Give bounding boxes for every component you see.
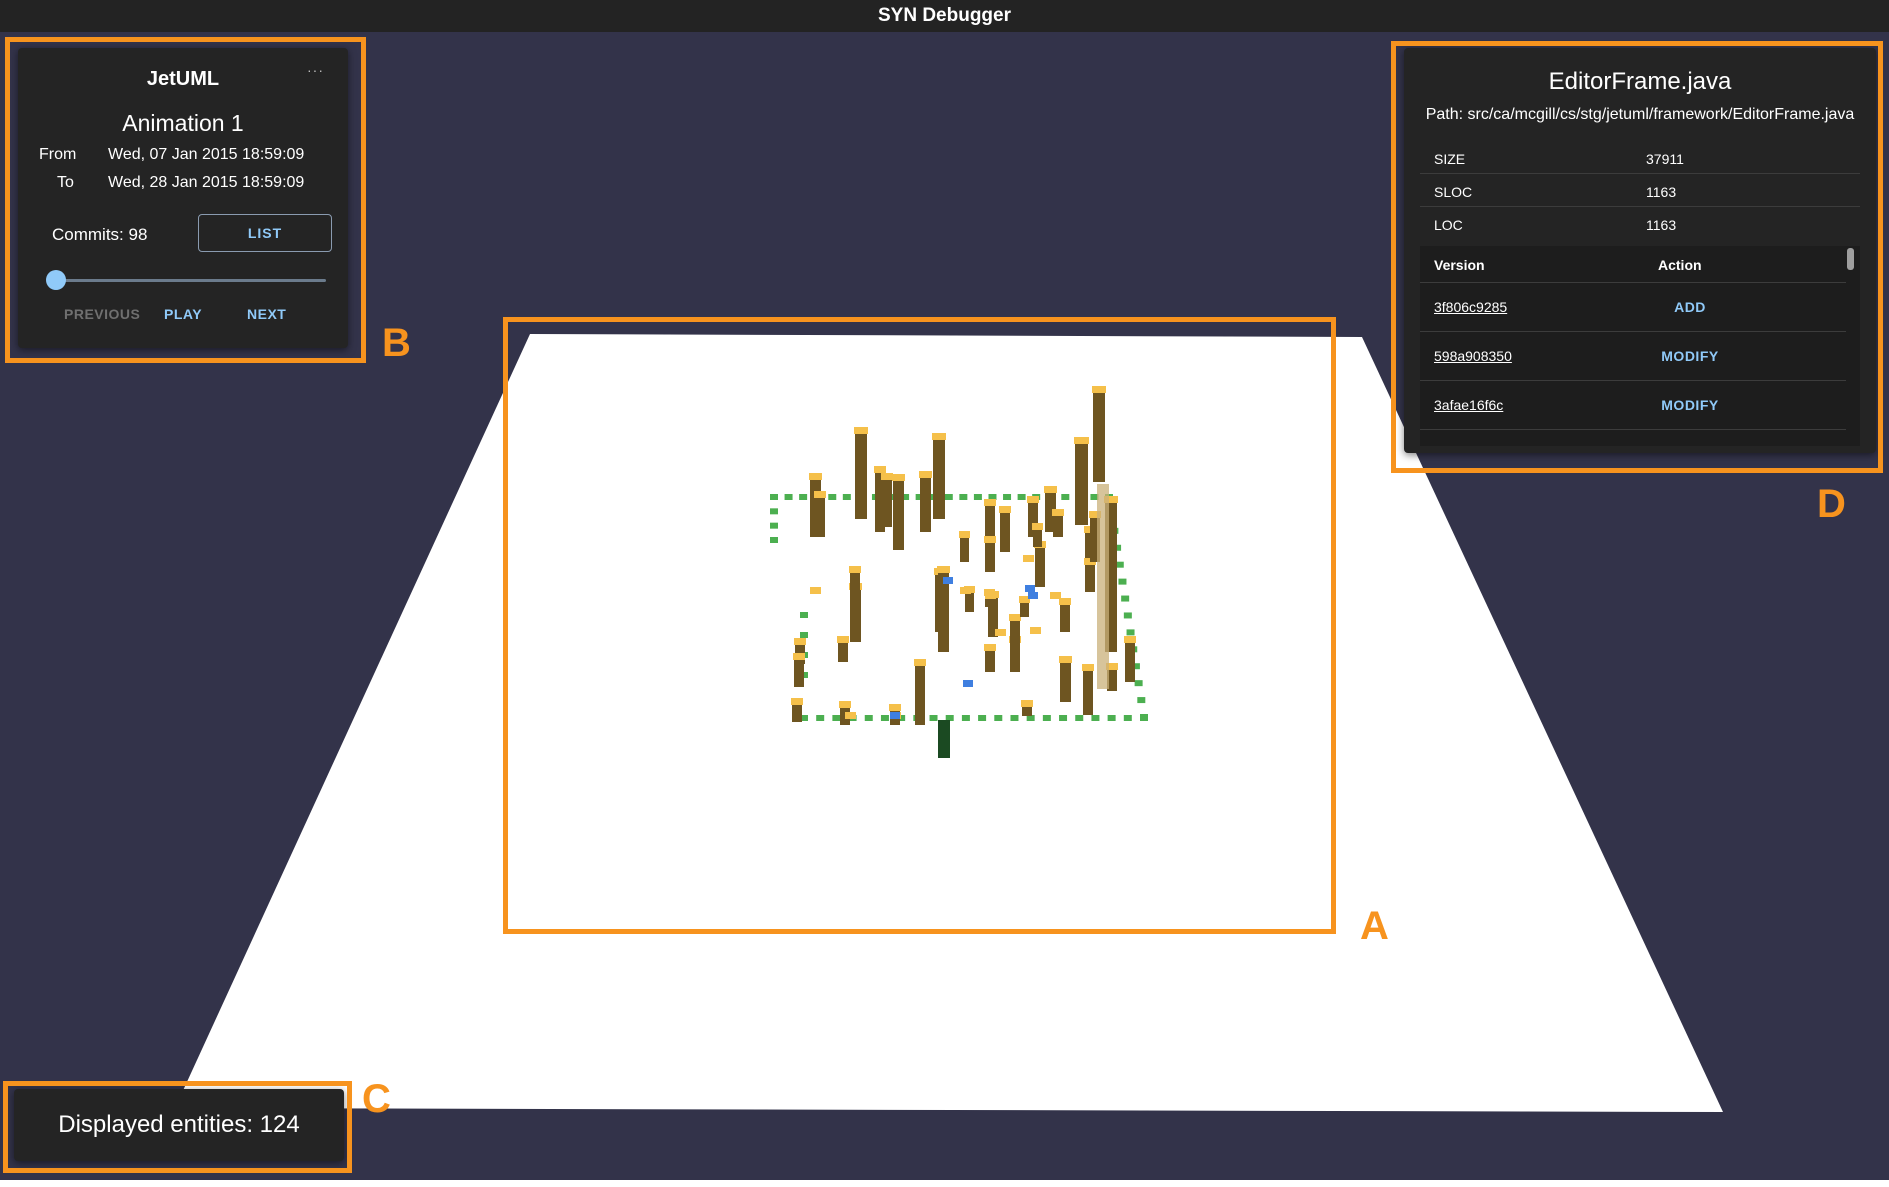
window-title-bar: SYN Debugger	[0, 0, 1889, 32]
annotation-box-a	[503, 317, 1336, 934]
annotation-box-b	[5, 37, 366, 363]
annotation-label-d: D	[1817, 482, 1846, 526]
annotation-box-d	[1391, 41, 1883, 473]
annotation-box-c	[3, 1081, 352, 1173]
annotation-label-b: B	[382, 321, 411, 365]
annotation-label-a: A	[1360, 904, 1389, 948]
annotation-label-c: C	[362, 1077, 391, 1121]
window-title: SYN Debugger	[877, 5, 1012, 26]
